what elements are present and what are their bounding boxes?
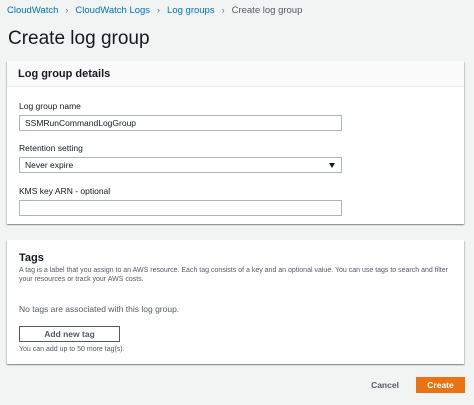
retention-setting-label: Retention setting bbox=[19, 143, 83, 153]
breadcrumb-cloudwatch[interactable]: CloudWatch bbox=[7, 5, 58, 16]
breadcrumb-log-groups[interactable]: Log groups bbox=[167, 5, 215, 16]
kms-key-arn-input[interactable] bbox=[19, 200, 342, 216]
tags-panel: Tags A tag is a label that you assign to… bbox=[7, 240, 464, 364]
details-heading: Log group details bbox=[7, 61, 464, 87]
caret-down-icon bbox=[329, 163, 335, 168]
breadcrumb-current: Create log group bbox=[231, 4, 303, 16]
tag-limit-hint: You can add up to 50 more tag(s). bbox=[19, 346, 125, 353]
log-group-details-panel: Log group details Log group name Retenti… bbox=[7, 61, 464, 224]
page-title: Create log group bbox=[8, 28, 150, 49]
log-group-name-label: Log group name bbox=[19, 101, 81, 111]
log-group-name-input[interactable] bbox=[19, 115, 342, 131]
retention-setting-select[interactable]: Never expire bbox=[19, 157, 342, 173]
chevron-right-icon: › bbox=[65, 5, 69, 15]
cancel-button[interactable]: Cancel bbox=[359, 377, 411, 393]
breadcrumb: CloudWatch › CloudWatch Logs › Log group… bbox=[7, 4, 302, 16]
create-button[interactable]: Create bbox=[416, 377, 465, 393]
add-new-tag-button[interactable]: Add new tag bbox=[19, 326, 120, 342]
tags-heading: Tags bbox=[19, 252, 44, 264]
kms-key-arn-label: KMS key ARN - optional bbox=[19, 186, 111, 196]
retention-setting-value: Never expire bbox=[25, 160, 74, 170]
chevron-right-icon: › bbox=[221, 5, 225, 15]
no-tags-message: No tags are associated with this log gro… bbox=[19, 304, 180, 314]
chevron-right-icon: › bbox=[157, 5, 161, 15]
breadcrumb-cloudwatch-logs[interactable]: CloudWatch Logs bbox=[75, 5, 150, 16]
tags-description: A tag is a label that you assign to an A… bbox=[19, 267, 448, 283]
